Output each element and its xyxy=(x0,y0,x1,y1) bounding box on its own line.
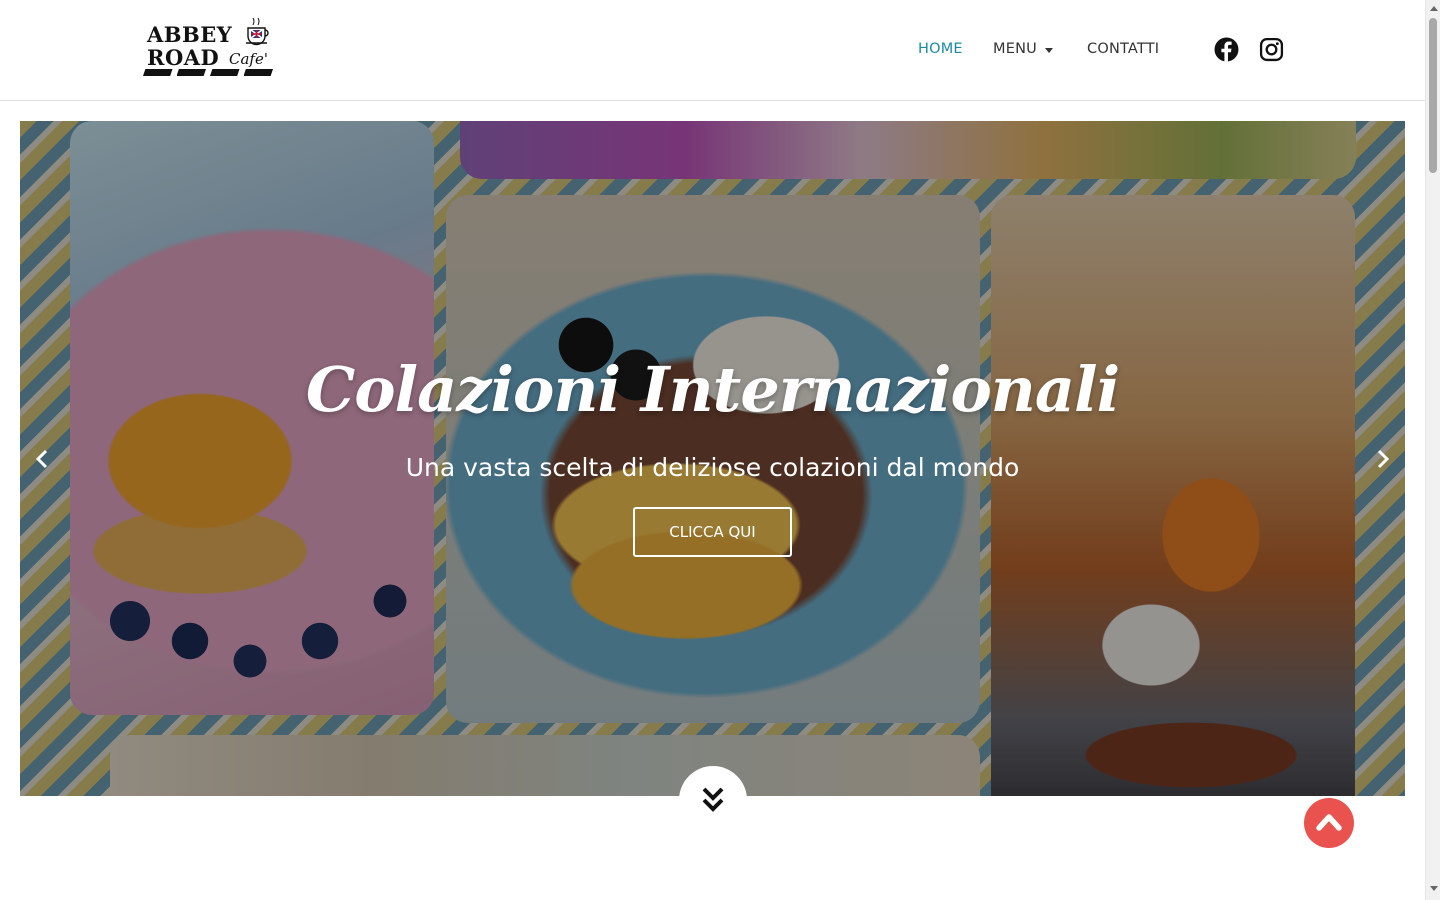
logo-text-line1: ABBEY xyxy=(147,22,233,47)
logo[interactable]: ABBEY ROAD Cafe' xyxy=(143,14,273,78)
hero-cta-button[interactable]: CLICCA QUI xyxy=(633,507,792,557)
scroll-down-arrow-icon[interactable] xyxy=(1430,886,1438,891)
instagram-icon[interactable] xyxy=(1259,37,1284,62)
logo-crosswalk xyxy=(143,69,273,77)
nav-menu-label: MENU xyxy=(993,41,1037,57)
double-chevron-down-icon xyxy=(702,787,724,812)
page-scrollbar[interactable] xyxy=(1425,0,1440,900)
hero-subtitle: Una vasta scelta di deliziose colazioni … xyxy=(405,453,1020,482)
site-header: ABBEY ROAD Cafe' HOME MENU CONTATTI xyxy=(0,0,1425,101)
nav-contatti-link[interactable]: CONTATTI xyxy=(1087,41,1159,57)
chevron-left-icon[interactable] xyxy=(31,447,55,471)
teacup-flag-icon xyxy=(246,17,269,46)
hero-title: Colazioni Internazionali xyxy=(305,353,1120,426)
page: ABBEY ROAD Cafe' HOME MENU CONTATTI Cola… xyxy=(0,0,1440,900)
scroll-up-arrow-icon[interactable] xyxy=(1430,6,1438,11)
scrollbar-thumb[interactable] xyxy=(1429,18,1437,173)
nav-menu-dropdown[interactable]: MENU xyxy=(993,41,1053,57)
hero-slider: Colazioni Internazionali Una vasta scelt… xyxy=(20,121,1405,796)
nav-home-link[interactable]: HOME xyxy=(918,41,963,57)
logo-text-line2: ROAD xyxy=(147,45,220,70)
back-to-top-button[interactable] xyxy=(1304,798,1354,848)
chevron-up-icon xyxy=(1316,814,1342,831)
caret-down-icon xyxy=(1044,47,1053,53)
scroll-down-button[interactable] xyxy=(679,766,747,834)
logo-text-script: Cafe' xyxy=(229,50,268,68)
chevron-right-icon[interactable] xyxy=(1370,447,1394,471)
facebook-icon[interactable] xyxy=(1214,37,1239,62)
